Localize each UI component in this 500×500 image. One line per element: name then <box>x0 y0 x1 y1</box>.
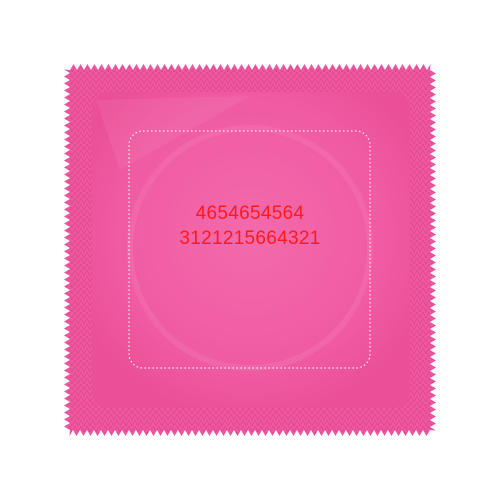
printed-code-line-2: 3121215664321 <box>179 228 321 249</box>
condom-packet: 4654654564 3121215664321 <box>0 0 500 500</box>
printed-code-line-1: 4654654564 <box>195 203 305 224</box>
packet-wrapper-graphic <box>64 64 436 436</box>
